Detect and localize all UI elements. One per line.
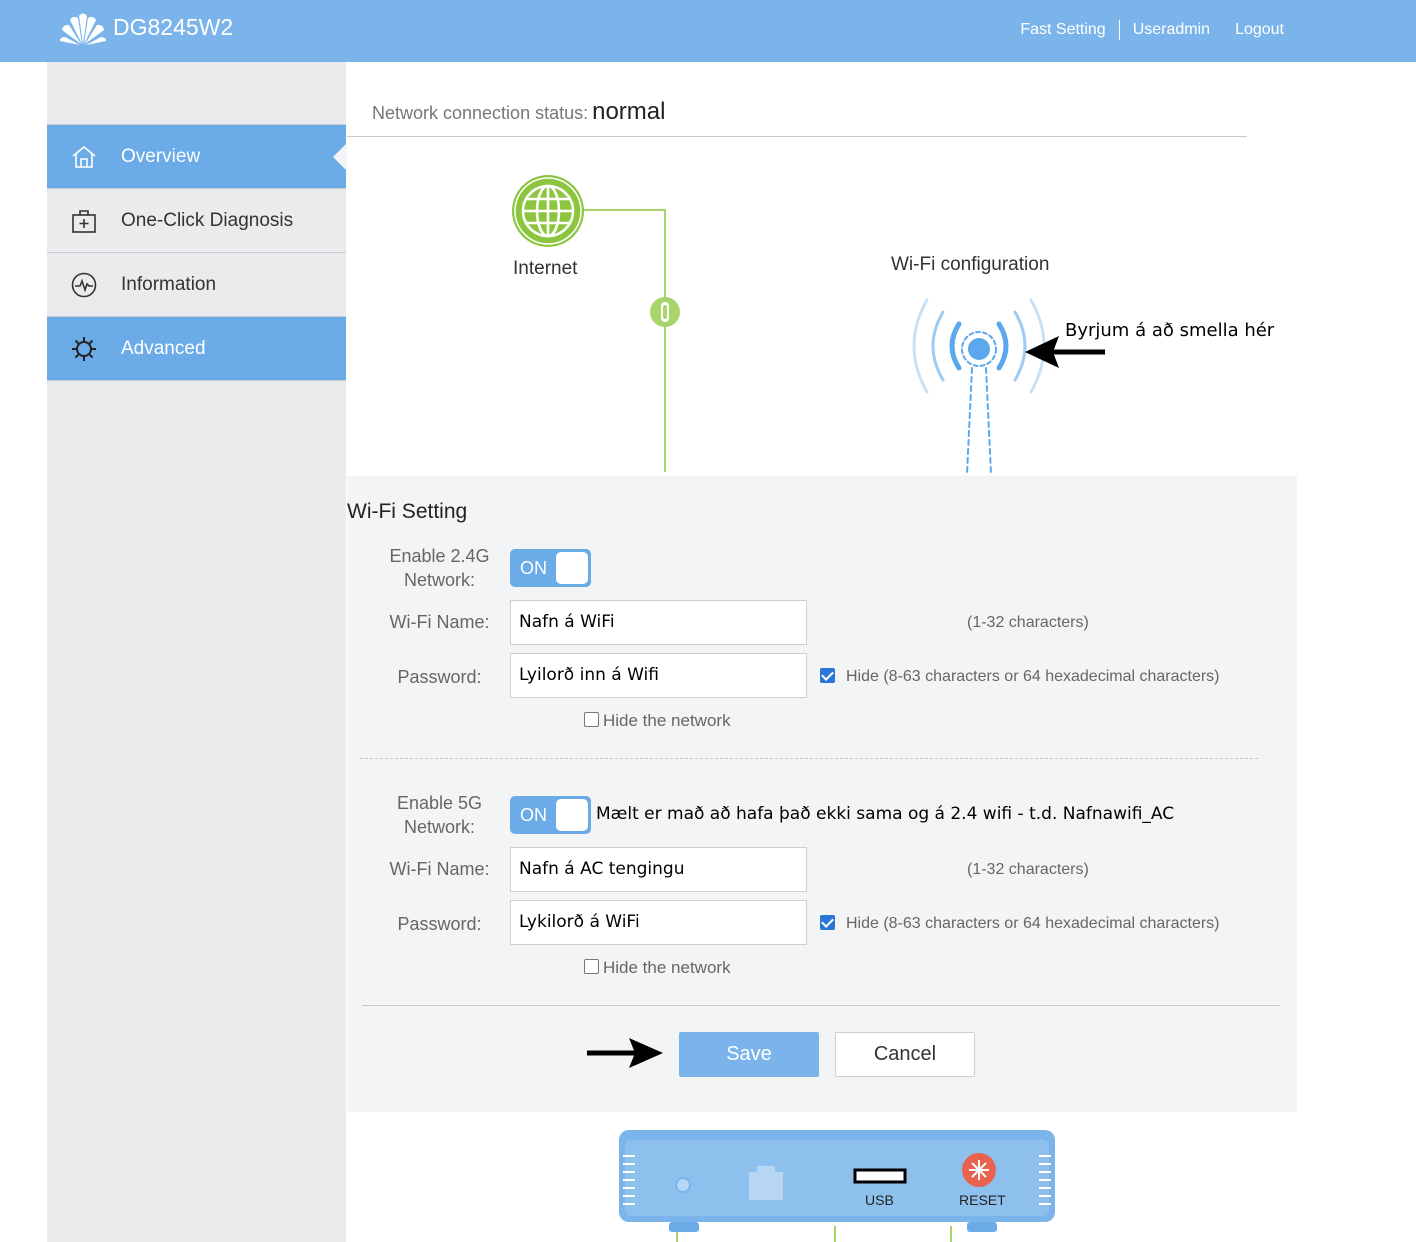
sidebar-item-overview[interactable]: Overview (47, 125, 347, 189)
wifi-name-24g-hint: (1-32 characters) (967, 614, 1089, 631)
sidebar-item-label: Overview (121, 145, 201, 167)
password-5g-hint: Hide (8-63 characters or 64 hexadecimal … (846, 915, 1220, 932)
device-model: DG8245W2 (113, 14, 234, 40)
network-topology: Network connection status: normal Interne… (347, 62, 1297, 476)
toggle-knob (556, 552, 588, 584)
medical-kit-icon (47, 208, 121, 234)
reset-label: RESET (959, 1192, 1006, 1208)
password-24g-label: Password: (397, 667, 482, 687)
password-5g-label: Password: (397, 914, 482, 934)
hide-network-24g-label: Hide the network (603, 711, 731, 730)
hide-password-5g-checkbox[interactable] (820, 915, 835, 930)
wifi-name-24g-input[interactable]: Nafn á WiFi (510, 600, 807, 645)
password-24g-input[interactable]: Lyilorð inn á Wifi (510, 653, 807, 698)
gear-icon (47, 335, 121, 363)
home-icon (47, 144, 121, 170)
huawei-logo-icon (60, 13, 106, 45)
toggle-on-label: ON (520, 558, 547, 578)
divider (362, 1005, 1280, 1006)
password-5g-input[interactable]: Lykilorð á WiFi (510, 900, 807, 945)
enable-5g-toggle[interactable]: ON (510, 796, 591, 834)
hide-network-5g-label: Hide the network (603, 958, 731, 977)
band-divider (360, 758, 1258, 759)
usb-port-icon (853, 1168, 907, 1184)
sidebar-item-information[interactable]: Information (47, 253, 346, 317)
main-panel: Network connection status: normal Interne… (347, 62, 1297, 1242)
arrow-right-icon (587, 1038, 663, 1068)
internet-label: Internet (513, 258, 578, 279)
usb-label: USB (865, 1192, 894, 1208)
link-divider (1118, 20, 1120, 40)
sidebar-item-label: Information (121, 273, 217, 295)
logout-link[interactable]: Logout (1235, 21, 1284, 39)
pulse-icon (47, 272, 121, 298)
password-24g-hint: Hide (8-63 characters or 64 hexadecimal … (846, 668, 1220, 685)
5g-naming-note: Mælt er mað að hafa það ekki sama og á 2… (596, 804, 1175, 824)
fast-setting-link[interactable]: Fast Setting (1020, 21, 1105, 39)
topology-lines (583, 209, 666, 472)
enable-24g-toggle[interactable]: ON (510, 549, 591, 587)
sidebar-item-advanced[interactable]: Advanced (47, 317, 346, 381)
sidebar-item-label: One-Click Diagnosis (121, 209, 294, 231)
toggle-on-label: ON (520, 805, 547, 825)
connection-status-icon (650, 297, 680, 327)
enable-24g-label: Enable 2.4G Network: (389, 546, 490, 590)
top-bar: DG8245W2 Fast Setting Useradmin Logout (0, 0, 1416, 62)
wifi-antenna-icon[interactable] (887, 294, 1067, 476)
top-links: Fast Setting Useradmin Logout (1020, 20, 1284, 40)
wifi-name-5g-hint: (1-32 characters) (967, 861, 1089, 878)
toggle-knob (556, 799, 588, 831)
reset-button-icon[interactable] (961, 1152, 997, 1188)
annotation-click-here: Byrjum á að smella hér (1065, 320, 1275, 341)
sidebar: Overview One-Click Diagnosis Information… (47, 62, 347, 1242)
hide-network-5g-checkbox[interactable] (584, 959, 599, 974)
globe-icon[interactable] (509, 172, 587, 250)
wifi-name-5g-input[interactable]: Nafn á AC tengingu (510, 847, 807, 892)
save-button[interactable]: Save (679, 1032, 819, 1077)
wifi-configuration-label[interactable]: Wi-Fi configuration (891, 254, 1049, 276)
wifi-name-24g-label: Wi-Fi Name: (389, 612, 490, 632)
wifi-setting-title: Wi-Fi Setting (347, 500, 468, 523)
sidebar-item-diagnosis[interactable]: One-Click Diagnosis (47, 189, 346, 253)
wifi-name-5g-label: Wi-Fi Name: (389, 859, 490, 879)
enable-5g-label: Enable 5G Network: (396, 793, 483, 837)
hide-network-24g-checkbox[interactable] (584, 712, 599, 727)
sidebar-item-label: Advanced (121, 337, 206, 359)
cancel-button[interactable]: Cancel (835, 1032, 975, 1077)
hide-password-24g-checkbox[interactable] (820, 668, 835, 683)
useradmin-link[interactable]: Useradmin (1133, 21, 1210, 39)
